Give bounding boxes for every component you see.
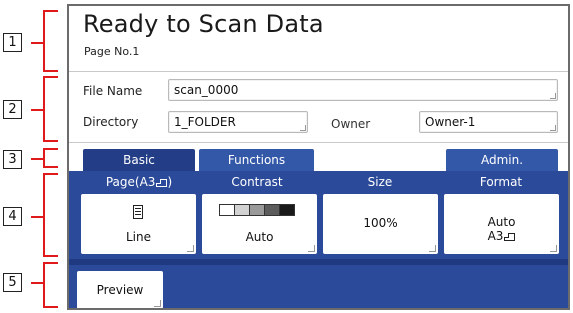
callout-1: 1 [3, 33, 22, 52]
contrast-level-5 [279, 204, 295, 216]
format-value: Auto [487, 215, 516, 229]
divider-bottom [69, 142, 568, 143]
contrast-label: Contrast [231, 175, 283, 189]
format-paper: A3 [444, 229, 559, 243]
tab-admin[interactable]: Admin. [446, 149, 558, 171]
bracket-tip-3 [31, 158, 43, 160]
file-name-field[interactable]: scan_0000 [168, 79, 558, 101]
bracket-3 [43, 148, 58, 168]
bracket-4 [43, 173, 58, 257]
callout-2: 2 [3, 100, 22, 119]
tab-basic[interactable]: Basic [83, 149, 195, 171]
bracket-5 [43, 262, 58, 308]
size-label: Size [367, 175, 393, 189]
bracket-1 [43, 10, 58, 72]
callout-4: 4 [3, 207, 22, 226]
bracket-tip-1 [31, 42, 43, 44]
contrast-value: Auto [245, 230, 274, 244]
landscape-paper-icon [504, 233, 516, 241]
directory-field[interactable]: 1_FOLDER [168, 111, 308, 133]
contrast-level-3 [249, 204, 265, 216]
format-button[interactable]: Auto A3 [444, 194, 559, 254]
page-value: Line [125, 230, 151, 244]
tab-functions[interactable]: Functions [199, 149, 314, 171]
owner-label: Owner [331, 117, 371, 131]
document-icon [133, 205, 143, 219]
owner-field[interactable]: Owner-1 [419, 111, 558, 133]
page-label-text: Page(A3 [105, 175, 156, 189]
callout-5: 5 [3, 273, 22, 292]
contrast-level-2 [234, 204, 250, 216]
page-button[interactable]: Line [81, 194, 196, 254]
landscape-paper-icon [156, 179, 168, 187]
contrast-scale [219, 204, 295, 216]
bracket-tip-5 [31, 282, 43, 284]
contrast-level-1 [219, 204, 235, 216]
page-label: Page(A3) [105, 175, 173, 189]
panel-separator [69, 259, 568, 265]
scan-screen: Ready to Scan Data Page No.1 File Name s… [67, 4, 570, 310]
preview-button[interactable]: Preview [77, 271, 163, 308]
settings-panel: Page(A3) Contrast Size Format Line Auto … [69, 171, 568, 308]
format-label: Format [479, 175, 523, 189]
size-value: 100% [363, 216, 398, 230]
contrast-button[interactable]: Auto [202, 194, 317, 254]
divider-top [69, 71, 568, 72]
size-button[interactable]: 100% [323, 194, 438, 254]
bracket-2 [43, 76, 58, 142]
file-name-label: File Name [83, 84, 143, 98]
directory-label: Directory [83, 115, 139, 129]
bracket-tip-2 [31, 109, 43, 111]
contrast-level-4 [264, 204, 280, 216]
callout-3: 3 [3, 150, 22, 169]
page-number: Page No.1 [84, 45, 140, 58]
bracket-tip-4 [31, 216, 43, 218]
page-title: Ready to Scan Data [83, 10, 324, 38]
format-paper-text: A3 [487, 229, 504, 243]
